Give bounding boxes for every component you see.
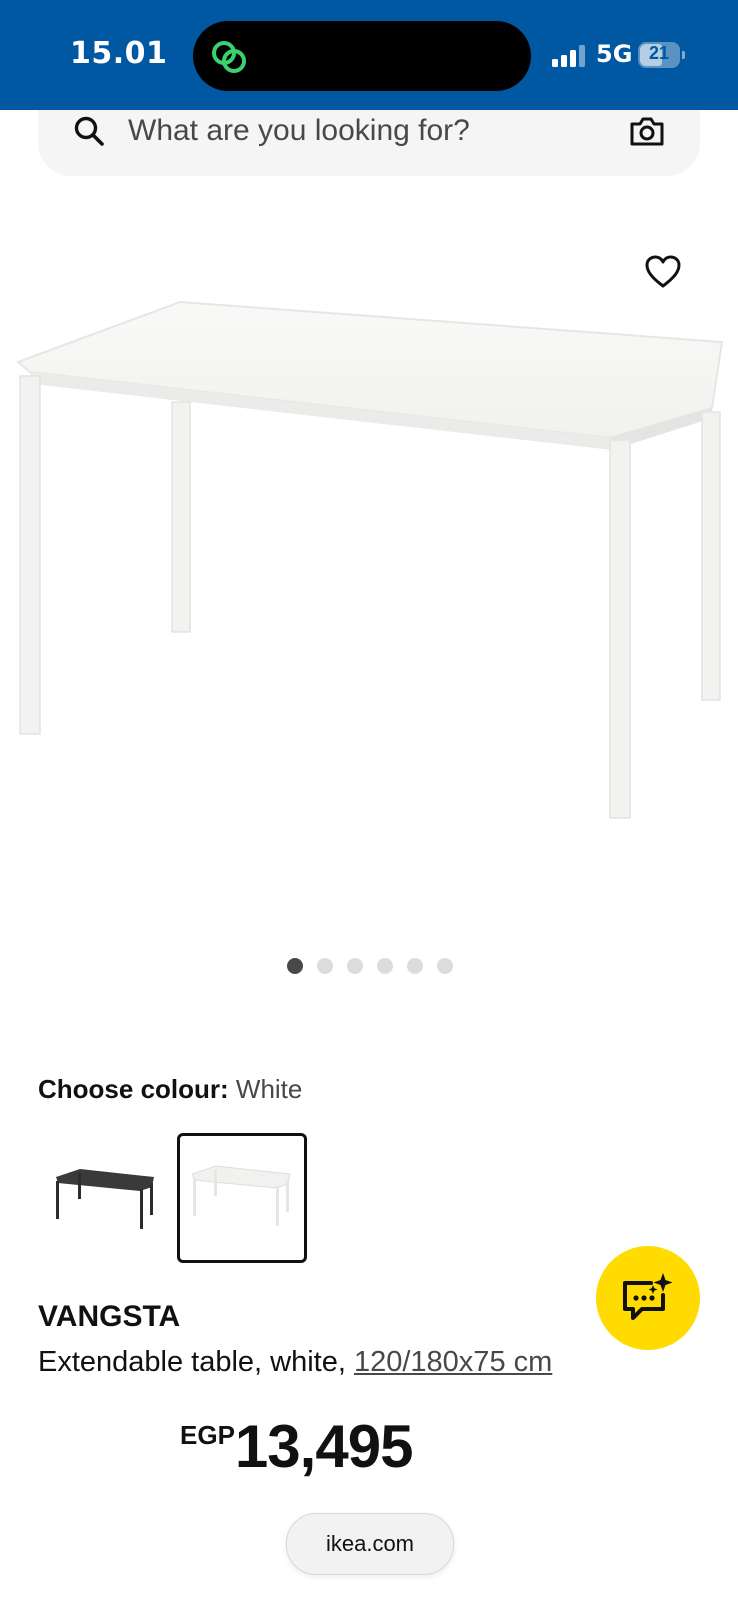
colour-selector-heading: Choose colour: White (38, 1074, 302, 1105)
measurements-link[interactable]: 120/180x75 cm (354, 1346, 552, 1378)
status-time: 15.01 (70, 36, 168, 71)
dynamic-island[interactable] (193, 21, 531, 91)
carousel-dot[interactable] (437, 958, 453, 974)
carousel-dot[interactable] (347, 958, 363, 974)
camera-icon[interactable] (628, 114, 666, 148)
colour-label: Choose colour: (38, 1074, 229, 1104)
link-icon (212, 41, 246, 73)
signal-icon (552, 45, 585, 67)
status-bar: 15.01 5G 21 (0, 0, 738, 110)
battery-icon: 21 (638, 42, 685, 68)
battery-level: 21 (648, 43, 670, 63)
price-amount: 13,495 (234, 1413, 414, 1480)
browser-address-pill[interactable]: ikea.com (286, 1513, 454, 1575)
product-price: EGP13,495 (180, 1412, 414, 1481)
colour-swatch-black[interactable] (40, 1133, 170, 1263)
carousel-dot[interactable] (377, 958, 393, 974)
carousel-dot[interactable] (317, 958, 333, 974)
heart-icon[interactable] (645, 255, 681, 289)
product-description-text: Extendable table, white, (38, 1346, 354, 1378)
carousel-dot[interactable] (407, 958, 423, 974)
colour-value: White (235, 1074, 303, 1104)
white-table-thumbnail (191, 1165, 291, 1226)
search-input[interactable]: What are you looking for? (128, 114, 470, 148)
image-carousel-dots[interactable] (287, 958, 453, 974)
product-description: Extendable table, white, 120/180x75 cm (38, 1346, 552, 1379)
carousel-dot[interactable] (287, 958, 303, 974)
product-image[interactable] (0, 290, 738, 850)
black-table-thumbnail (56, 1169, 154, 1229)
chat-sparkle-icon (623, 1273, 673, 1320)
colour-swatch-white[interactable] (177, 1133, 307, 1263)
network-type: 5G (596, 40, 633, 68)
ai-assistant-button[interactable] (596, 1246, 700, 1350)
search-bar[interactable]: What are you looking for? (38, 110, 700, 176)
price-currency: EGP (180, 1420, 235, 1450)
product-name: VANGSTA (38, 1300, 181, 1333)
search-icon (74, 116, 104, 146)
